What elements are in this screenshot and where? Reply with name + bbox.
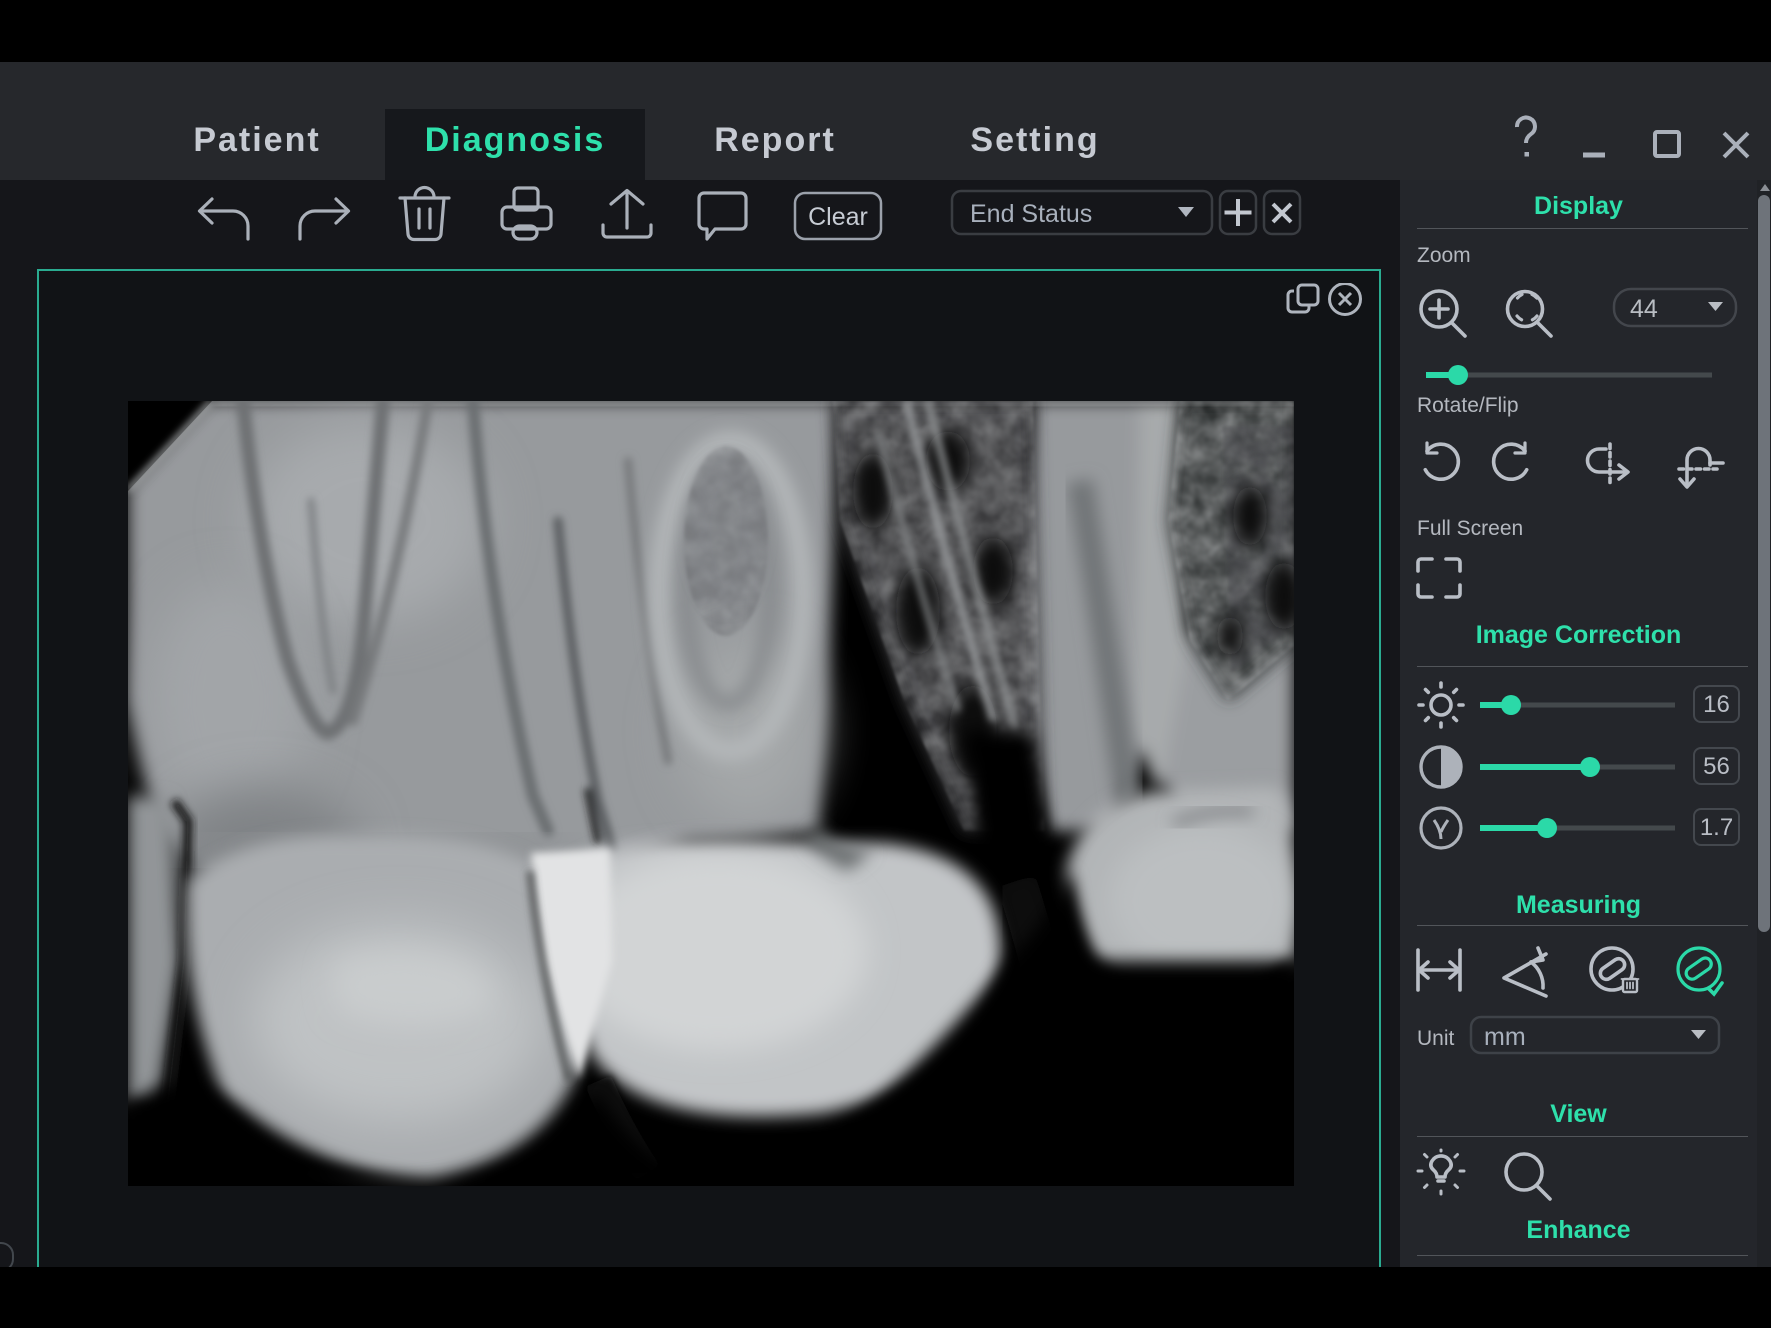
svg-text:mm: mm	[1484, 1023, 1526, 1051]
svg-text:44: 44	[1630, 295, 1658, 323]
svg-text:End Status: End Status	[970, 200, 1092, 228]
svg-text:Clear: Clear	[808, 203, 868, 231]
